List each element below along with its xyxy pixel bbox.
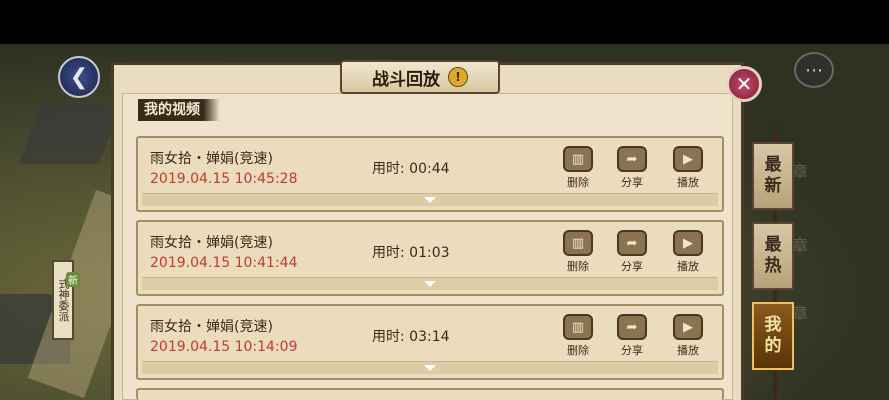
close-button[interactable]: ✕ bbox=[726, 66, 762, 102]
chevron-down-icon bbox=[424, 281, 436, 287]
back-arrow-icon: ❮ bbox=[69, 64, 89, 90]
video-date: 2019.04.15 10:41:44 bbox=[150, 255, 298, 271]
delete-button[interactable]: ▥ 删除 bbox=[558, 146, 598, 192]
play-icon: ▶ bbox=[673, 146, 703, 172]
share-button[interactable]: ➦ 分享 bbox=[612, 146, 652, 192]
expand-strip[interactable] bbox=[142, 193, 718, 206]
chat-icon: ⋯ bbox=[805, 59, 823, 81]
background-chapter-text: 章 bbox=[792, 304, 809, 323]
chat-button[interactable]: ⋯ bbox=[794, 52, 834, 88]
background-building bbox=[19, 104, 121, 164]
panel-title-plate: 战斗回放 ! bbox=[340, 60, 500, 94]
new-badge: 新 bbox=[66, 272, 80, 287]
video-duration: 用时: 03:14 bbox=[372, 329, 450, 345]
tab-hottest[interactable]: 最热 bbox=[752, 222, 794, 290]
play-button[interactable]: ▶ 播放 bbox=[668, 230, 708, 276]
video-row[interactable]: 雨女拾・婵娟(竞速) 2019.04.15 10:41:44 用时: 01:03… bbox=[136, 220, 724, 296]
share-icon: ➦ bbox=[617, 146, 647, 172]
video-duration: 用时: 01:03 bbox=[372, 245, 450, 261]
video-date: 2019.04.15 10:14:09 bbox=[150, 339, 298, 355]
background-chapter-text: 章 bbox=[792, 162, 809, 181]
video-row[interactable]: 雨女拾・婵娟(竞速) 2019.04.15 10:14:09 用时: 03:14… bbox=[136, 304, 724, 380]
video-duration: 用时: 00:44 bbox=[372, 161, 450, 177]
section-label-my-videos: 我的视频 bbox=[138, 99, 220, 121]
chevron-down-icon bbox=[424, 365, 436, 371]
back-button[interactable]: ❮ bbox=[58, 56, 100, 98]
background-chapter-text: 章 bbox=[792, 236, 809, 255]
exclamation-icon[interactable]: ! bbox=[448, 67, 468, 87]
share-icon: ➦ bbox=[617, 230, 647, 256]
video-name: 雨女拾・婵娟(竞速) bbox=[150, 235, 273, 251]
play-button[interactable]: ▶ 播放 bbox=[668, 146, 708, 192]
play-icon: ▶ bbox=[673, 314, 703, 340]
share-icon: ➦ bbox=[617, 314, 647, 340]
tab-latest[interactable]: 最新 bbox=[752, 142, 794, 210]
trash-icon: ▥ bbox=[563, 146, 593, 172]
trash-icon: ▥ bbox=[563, 314, 593, 340]
chevron-down-icon bbox=[424, 197, 436, 203]
top-black-bar bbox=[0, 0, 889, 44]
trash-icon: ▥ bbox=[563, 230, 593, 256]
close-icon: ✕ bbox=[735, 72, 753, 96]
delete-button[interactable]: ▥ 删除 bbox=[558, 314, 598, 360]
video-name: 雨女拾・婵娟(竞速) bbox=[150, 151, 273, 167]
panel-title: 战斗回放 bbox=[372, 69, 440, 90]
share-button[interactable]: ➦ 分享 bbox=[612, 314, 652, 360]
tab-mine[interactable]: 我的 bbox=[752, 302, 794, 370]
expand-strip[interactable] bbox=[142, 277, 718, 290]
video-name: 雨女拾・婵娟(竞速) bbox=[150, 319, 273, 335]
play-button[interactable]: ▶ 播放 bbox=[668, 314, 708, 360]
video-date: 2019.04.15 10:45:28 bbox=[150, 171, 298, 187]
video-row[interactable]: 雨女拾・婵娟(竞速) 2019.04.15 10:45:28 用时: 00:44… bbox=[136, 136, 724, 212]
video-row-partial[interactable] bbox=[136, 388, 724, 400]
share-button[interactable]: ➦ 分享 bbox=[612, 230, 652, 276]
delete-button[interactable]: ▥ 删除 bbox=[558, 230, 598, 276]
expand-strip[interactable] bbox=[142, 361, 718, 374]
play-icon: ▶ bbox=[673, 230, 703, 256]
